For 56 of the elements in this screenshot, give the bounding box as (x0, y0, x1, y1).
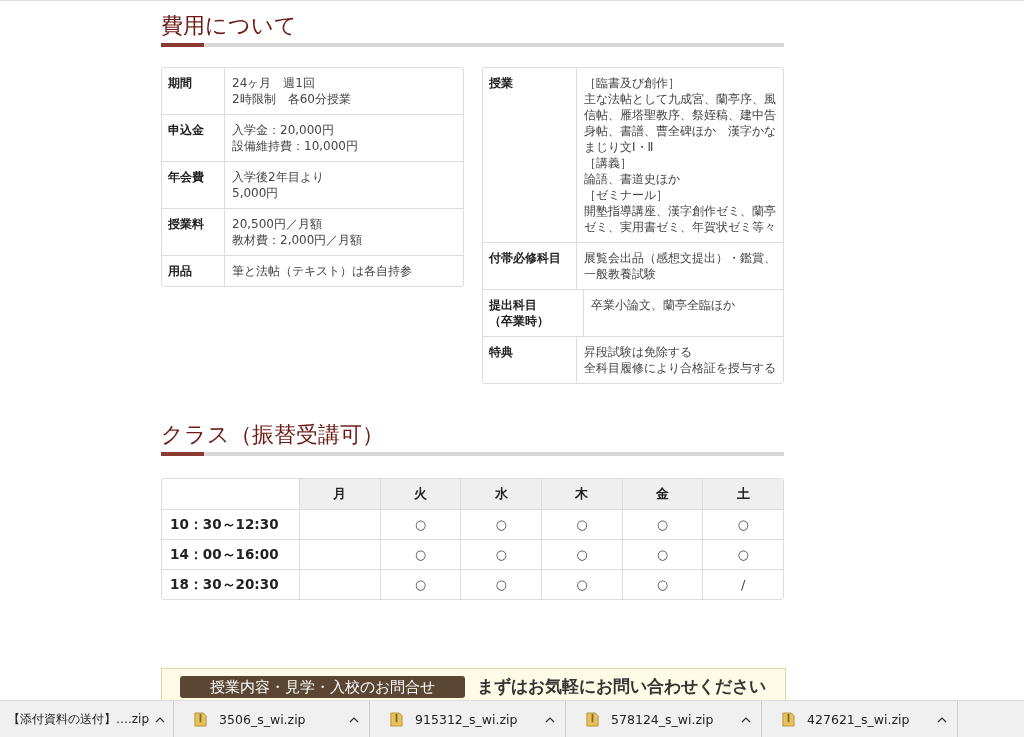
caret-icon[interactable] (155, 716, 166, 723)
time-cell-text: 10：30～12:30 (169, 514, 280, 534)
column-header: 木 (541, 479, 622, 509)
row-value: 卒業小論文、蘭亭全臨ほか (590, 297, 736, 314)
column-header: 土 (702, 479, 783, 509)
row-value: 入学後2年目より 5,000円 (231, 169, 325, 202)
column-header: 水 (460, 479, 541, 509)
row-label: 用品 (162, 256, 225, 286)
row-label: 提出科目（卒業時） (483, 290, 584, 336)
table-cell: ○ (621, 540, 703, 569)
caret-icon[interactable] (545, 716, 556, 723)
table-cell: ○ (702, 540, 783, 569)
caret-icon[interactable] (937, 716, 948, 723)
table-cell: ○ (379, 510, 461, 539)
section-heading: クラス（振替受講可） (161, 414, 784, 456)
row-label: 期間 (162, 68, 225, 114)
column-header: 火 (379, 479, 461, 509)
table-cell: ○ (541, 510, 622, 539)
row-value: ［臨書及び創作］ 主な法帖として九成宮、蘭亭序、風 信帖、雁塔聖教序、祭姪稿、建中告 身帖、書譜、曹全碑ほか 漢字かな まじり文Ⅰ・Ⅱ ［講義］ 論語、書道史ほか ［ゼミナール］ 開塾指導講座、漢字創作ゼミ、蘭亭 ゼミ、実用書ゼミ、年賀状ゼミ等々 (583, 75, 777, 236)
caret-icon[interactable] (349, 716, 360, 723)
download-item[interactable]: 427621_s_wi.zip (762, 701, 959, 737)
row-value: 筆と法帖（テキスト）は各自持参 (231, 263, 413, 280)
row-value: 入学金：20,000円 設備維持費：10,000円 (231, 122, 359, 155)
row-label: 年会費 (162, 162, 225, 208)
table-cell: ○ (702, 510, 783, 539)
time-cell-text: 18：30～20:30 (169, 574, 280, 594)
row-label: 特典 (483, 337, 577, 383)
table-cell: ○ (460, 510, 541, 539)
download-item[interactable]: 【添付資料の送付】….zip (0, 701, 175, 737)
row-label: 授業料 (162, 209, 225, 255)
row-label: 申込金 (162, 115, 225, 161)
inquiry-message: まずはお気軽にお問い合わせください (477, 676, 766, 696)
column-header: 月 (299, 479, 380, 509)
row-value: 昇段試験は免除する 全科目履修により合格証を授与する (583, 344, 777, 377)
row-value: 24ヶ月 週1回 2時限制 各60分授業 (231, 75, 352, 108)
row-value: 20,500円／月額 教材費：2,000円／月額 (231, 216, 364, 249)
inquiry-button[interactable]: 授業内容・見学・入校のお問合せ (180, 676, 465, 698)
table-cell: ○ (621, 570, 703, 599)
table-cell: ○ (460, 570, 541, 599)
table-cell: ○ (621, 510, 703, 539)
table-cell: ○ (541, 570, 622, 599)
download-item[interactable]: 578124_s_wi.zip (566, 701, 763, 737)
table-cell: ○ (460, 540, 541, 569)
row-label: 付帯必修科目 (483, 243, 577, 289)
table-cell: / (702, 570, 783, 599)
caret-icon[interactable] (741, 716, 752, 723)
download-item[interactable]: 3506_s_wi.zip (174, 701, 371, 737)
download-item[interactable]: 915312_s_wi.zip (370, 701, 567, 737)
row-value: 展覧会出品（感想文提出）・鑑賞、 一般教養試験 (583, 250, 777, 283)
time-cell-text: 14：00～16:00 (169, 544, 280, 564)
table-cell: ○ (379, 540, 461, 569)
table-cell: ○ (379, 570, 461, 599)
section-heading: 費用について (161, 5, 784, 47)
table-cell: ○ (541, 540, 622, 569)
column-header: 金 (621, 479, 703, 509)
row-label: 授業 (483, 68, 577, 242)
